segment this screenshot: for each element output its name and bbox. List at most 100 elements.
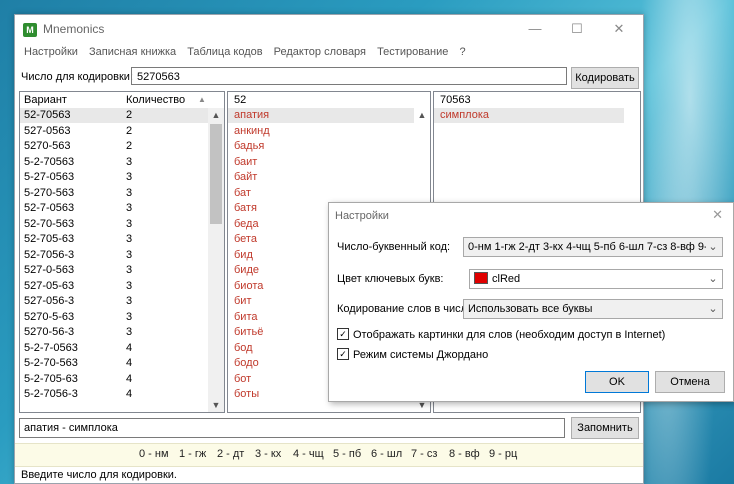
count-cell: 4 [126,357,133,369]
scroll-down-icon[interactable]: ▼ [208,398,224,412]
checkmark-icon: ✓ [337,348,349,361]
word-text: байт [234,171,258,183]
count-cell: 2 [126,140,133,152]
count-cell: 2 [126,124,133,137]
menu-bar: Настройки Записная книжка Таблица кодов … [15,43,643,63]
table-row[interactable]: 5-270-563 3 [20,186,208,201]
variant-cell: 52-70563 [24,109,71,121]
window-title: Mnemonics [43,22,105,36]
menu-code-table[interactable]: Таблица кодов [183,43,266,61]
key-color-select[interactable]: clRed ⌄ [469,269,723,289]
code-label: Число для кодировки: [21,71,134,83]
column-header-variant[interactable]: Вариант [24,92,67,108]
variant-cell: 52-705-63 [24,233,75,245]
table-row[interactable]: 527-0563 2 [20,124,208,139]
dialog-close-icon[interactable]: ✕ [712,207,723,223]
encode-button[interactable]: Кодировать [571,67,639,89]
list-item[interactable]: апатия [228,108,414,123]
count-cell: 3 [126,217,133,230]
table-row[interactable]: 5270-56-3 3 [20,325,208,340]
variants-scrollbar[interactable]: ▲ ▼ [208,108,224,412]
phrase-bar: апатия - симплока Запомнить [15,416,643,440]
cancel-button[interactable]: Отмена [655,371,725,393]
menu-help[interactable]: ? [455,43,469,61]
legend-item: 2 - дт [217,448,245,460]
column-header-count[interactable]: Количество [126,92,185,108]
table-row[interactable]: 5-27-0563 3 [20,170,208,185]
menu-testing[interactable]: Тестирование [373,43,452,61]
checkmark-icon: ✓ [337,328,349,341]
matches-header: 70563 [440,94,471,106]
variant-cell: 5270-5-63 [24,310,75,323]
menu-settings[interactable]: Настройки [20,43,82,61]
table-row[interactable]: 5-2-705-63 4 [20,372,208,387]
phrase-input[interactable]: апатия - симплока [19,418,565,438]
variant-cell: 52-70-563 [24,217,75,230]
table-row[interactable]: 52-705-63 3 [20,232,208,247]
table-row[interactable]: 5-2-70563 3 [20,155,208,170]
list-item[interactable]: симплока [434,108,624,123]
chevron-down-icon: ⌄ [706,300,720,318]
table-row[interactable]: 5-2-70-563 4 [20,356,208,371]
close-button[interactable]: ✕ [599,19,639,39]
list-item[interactable]: байт [228,170,414,185]
remember-button[interactable]: Запомнить [571,417,639,439]
number-input[interactable]: 5270563 [131,67,567,85]
variant-cell: 5-2-70-563 [24,357,78,369]
menu-notebook[interactable]: Записная книжка [85,43,180,61]
table-row[interactable]: 527-0-563 3 [20,263,208,278]
table-row[interactable]: 52-7056-3 3 [20,248,208,263]
maximize-button[interactable]: ☐ [557,19,597,39]
table-row[interactable]: 5270-563 2 [20,139,208,154]
list-item[interactable]: баит [228,155,414,170]
table-row[interactable]: 52-70563 2 [20,108,208,123]
code-legend: 0 - нм 1 - гж 2 - дт 3 - кх 4 - чщ 5 - п… [15,443,643,467]
count-cell: 3 [126,326,133,338]
count-cell: 3 [126,248,133,261]
table-row[interactable]: 52-70-563 3 [20,217,208,232]
legend-item: 1 - гж [179,448,207,460]
sort-ascending-icon: ▲ [198,95,206,104]
variant-cell: 5-2-7056-3 [24,388,78,400]
table-row[interactable]: 52-7-0563 3 [20,201,208,216]
minimize-button[interactable]: — [515,19,555,39]
table-row[interactable]: 527-05-63 3 [20,279,208,294]
word-encoding-select[interactable]: Использовать все буквы ⌄ [463,299,723,319]
code-scheme-label: Число-буквенный код: [337,241,451,253]
variant-cell: 527-0-563 [24,264,75,276]
variant-cell: 5-27-0563 [24,171,75,183]
list-item[interactable]: бадья [228,139,414,154]
ok-button[interactable]: OK [585,371,649,393]
word-text: баит [234,155,258,168]
show-images-checkbox[interactable]: ✓ Отображать картинки для слов (необходим… [337,328,665,341]
scroll-up-icon[interactable]: ▲ [208,108,224,122]
count-cell: 4 [126,341,133,354]
table-row[interactable]: 527-056-3 3 [20,294,208,309]
menu-dictionary-editor[interactable]: Редактор словаря [270,43,370,61]
word-encoding-label: Кодирование слов в числа: [337,303,477,315]
legend-item: 0 - нм [139,448,169,460]
words-header: 52 [234,94,247,106]
table-row[interactable]: 5-2-7-0563 4 [20,341,208,356]
list-item[interactable]: бат [228,186,414,201]
variant-cell: 5270-563 [24,140,71,152]
code-bar: Число для кодировки: 5270563 Кодировать [15,65,643,89]
table-row[interactable]: 5270-5-63 3 [20,310,208,325]
word-encoding-value: Использовать все буквы [468,303,593,315]
variant-cell: 527-056-3 [24,295,75,307]
code-scheme-select[interactable]: 0-нм 1-гж 2-дт 3-кх 4-чщ 5-пб 6-шл 7-сз … [463,237,723,257]
scroll-up-icon[interactable]: ▲ [414,108,430,122]
scroll-thumb[interactable] [210,124,222,224]
giordano-mode-checkbox[interactable]: ✓ Режим системы Джордано [337,348,488,361]
word-text: бета [234,233,257,245]
legend-item: 8 - вф [449,448,480,460]
list-item[interactable]: анкинд [228,124,414,139]
app-icon: M [23,23,37,37]
legend-item: 7 - сз [411,448,438,460]
table-row[interactable]: 5-2-7056-3 4 [20,387,208,402]
key-color-value: clRed [492,273,521,285]
word-text: анкинд [234,124,270,137]
variants-list[interactable]: Вариант Количество ▲ 52-70563 2 527-0563 2 5… [19,91,225,413]
title-bar[interactable]: M Mnemonics — ☐ ✕ [15,15,643,43]
word-text: битьё [234,326,264,338]
